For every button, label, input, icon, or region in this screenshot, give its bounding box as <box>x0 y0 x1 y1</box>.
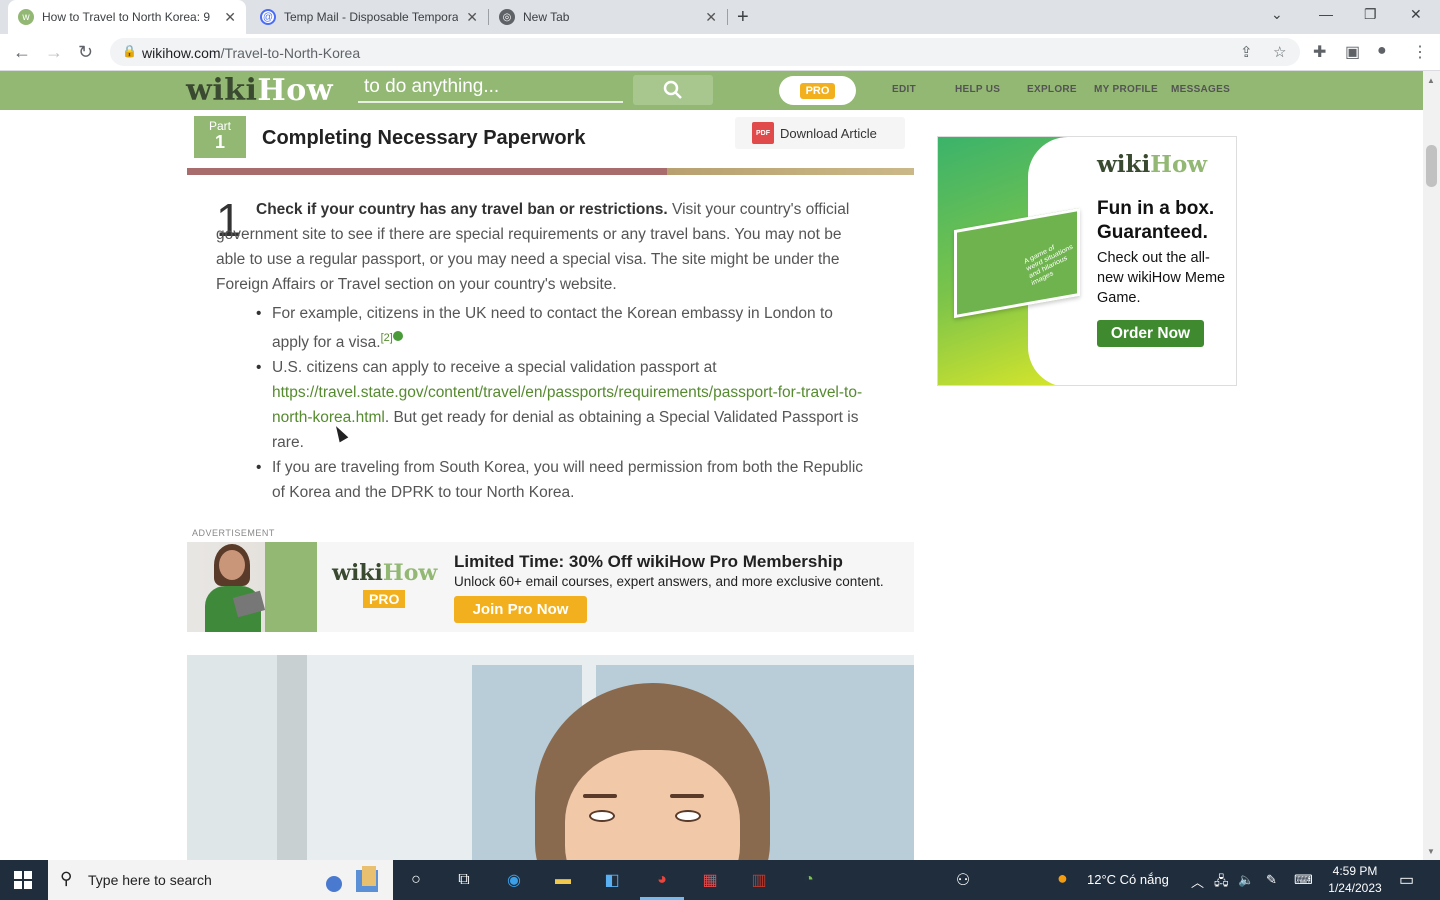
green-app-icon[interactable]: ◔ <box>797 868 821 892</box>
search-icon: ⚲ <box>60 869 73 888</box>
file-explorer-icon[interactable]: ▬ <box>551 868 575 892</box>
address-toolbar: ← → ↻ 🔒 wikihow.com/Travel-to-North-Kore… <box>0 34 1440 71</box>
ad-headline: Limited Time: 30% Off wikiHow Pro Member… <box>454 552 843 571</box>
winrar-icon[interactable]: ▥ <box>747 868 771 892</box>
minimize-icon[interactable]: — <box>1319 6 1333 22</box>
new-tab-plus-icon[interactable]: + <box>737 6 749 29</box>
scrollbar-thumb[interactable] <box>1426 145 1437 187</box>
advertisement-label: ADVERTISEMENT <box>192 528 275 538</box>
profile-avatar-icon[interactable]: ● <box>1377 42 1387 60</box>
verified-check-icon <box>392 331 403 341</box>
ad-subtext: Unlock 60+ email courses, expert answers… <box>454 574 884 589</box>
close-tab-icon[interactable]: ✕ <box>466 9 478 26</box>
side-ad-headline: Fun in a box. Guaranteed. <box>1097 198 1215 243</box>
share-icon[interactable]: ⇪ <box>1240 43 1253 61</box>
step-illustration <box>187 655 914 860</box>
wikihow-logo[interactable]: wikiHow <box>186 73 333 108</box>
wikihow-search-button[interactable] <box>633 75 713 105</box>
wikihow-favicon: w <box>18 9 34 25</box>
browser-tab-strip: w How to Travel to North Korea: 9 ✕ @ Te… <box>0 0 1440 34</box>
list-item: U.S. citizens can apply to receive a spe… <box>254 355 864 455</box>
wikihow-header: wikiHow to do anything... PRO EDIT HELP … <box>0 71 1423 110</box>
tray-chevron-icon[interactable]: ︿ <box>1191 872 1204 891</box>
url-text[interactable]: wikihow.com/Travel-to-North-Korea <box>142 45 360 61</box>
search-highlight-icon <box>326 866 378 892</box>
step-bullet-list: For example, citizens in the UK need to … <box>254 301 864 505</box>
network-icon[interactable]: 🖧 <box>1214 872 1229 894</box>
omnibox[interactable]: 🔒 wikihow.com/Travel-to-North-Korea ⇪ ☆ <box>110 38 1300 66</box>
windows-taskbar: ⚲ Type here to search ○ ⧉ ◉ ▬ ◧ ◕ ▦ ▥ ◔ … <box>0 860 1440 900</box>
list-item: For example, citizens in the UK need to … <box>254 301 864 355</box>
pdf-icon: PDF <box>752 122 774 144</box>
chrome-favicon: ◎ <box>499 9 515 25</box>
close-tab-icon[interactable]: ✕ <box>705 9 717 26</box>
chrome-icon[interactable]: ◕ <box>650 868 674 892</box>
close-window-icon[interactable]: ✕ <box>1410 6 1422 23</box>
nav-my-profile[interactable]: MY PROFILE <box>1094 84 1158 95</box>
lock-icon[interactable]: 🔒 <box>122 44 137 58</box>
side-panel-icon[interactable]: ▣ <box>1345 42 1360 62</box>
taskbar-clock[interactable]: 4:59 PM 1/24/2023 <box>1323 863 1387 897</box>
windows-start-icon[interactable] <box>14 871 32 889</box>
scroll-down-arrow-icon[interactable]: ▼ <box>1427 847 1435 856</box>
store-icon[interactable]: ◧ <box>600 868 624 892</box>
nav-explore[interactable]: EXPLORE <box>1027 84 1077 95</box>
close-tab-icon[interactable]: ✕ <box>224 9 236 26</box>
order-now-button[interactable]: Order Now <box>1097 320 1204 347</box>
tab-temp-mail[interactable]: @ Temp Mail - Disposable Tempora ✕ <box>250 0 488 34</box>
nav-help-us[interactable]: HELP US <box>955 84 1000 95</box>
task-view-icon[interactable]: ⧉ <box>452 868 476 892</box>
taskbar-search-box[interactable]: ⚲ Type here to search <box>48 860 393 900</box>
pro-ad-banner[interactable]: wikiHow PRO Limited Time: 30% Off wikiHo… <box>187 542 914 632</box>
tab-new-tab[interactable]: ◎ New Tab ✕ <box>489 0 727 34</box>
volume-muted-icon[interactable]: 🔈 <box>1238 872 1254 888</box>
page-scrollbar[interactable] <box>1423 71 1440 860</box>
tab-how-to-travel[interactable]: w How to Travel to North Korea: 9 ✕ <box>8 0 246 34</box>
side-ad-logo: wikiHow <box>1097 151 1208 178</box>
browser-menu-icon[interactable]: ⋮ <box>1412 42 1428 62</box>
part-badge: Part 1 <box>194 116 246 158</box>
search-icon <box>663 80 682 99</box>
keyboard-icon[interactable]: ⌨ <box>1294 872 1313 888</box>
step-text: Check if your country has any travel ban… <box>216 201 850 293</box>
list-item: If you are traveling from South Korea, y… <box>254 455 864 505</box>
bookmark-star-icon[interactable]: ☆ <box>1273 43 1286 61</box>
side-ad-body: Check out the all-new wikiHow Meme Game. <box>1097 250 1226 306</box>
ad-pro-badge: PRO <box>363 590 406 608</box>
extensions-puzzle-icon[interactable]: ✚ <box>1313 42 1326 62</box>
ad-wikihow-logo: wikiHow <box>332 560 438 586</box>
pro-button[interactable]: PRO <box>779 76 856 105</box>
tempmail-favicon: @ <box>260 9 276 25</box>
app-icon[interactable]: ▦ <box>698 868 722 892</box>
tab-search-chevron-icon[interactable]: ⌄ <box>1271 6 1283 23</box>
nav-edit[interactable]: EDIT <box>892 84 916 95</box>
reference-link[interactable]: [2] <box>381 332 393 344</box>
download-article-button[interactable]: PDF Download Article <box>735 117 905 149</box>
ad-photo <box>187 542 317 632</box>
side-ad[interactable]: A game of weird situations and hilarious… <box>937 136 1237 386</box>
weather-sun-icon[interactable]: ● <box>1057 868 1068 889</box>
nav-messages[interactable]: MESSAGES <box>1171 84 1230 95</box>
scroll-up-arrow-icon[interactable]: ▲ <box>1427 76 1435 85</box>
edge-icon[interactable]: ◉ <box>502 868 526 892</box>
reload-icon[interactable]: ↻ <box>78 42 93 63</box>
forward-arrow-icon[interactable]: → <box>45 42 63 63</box>
back-arrow-icon[interactable]: ← <box>13 42 31 63</box>
notification-icon[interactable]: ▭ <box>1399 870 1414 890</box>
tab-separator <box>727 9 728 25</box>
restore-icon[interactable]: ❐ <box>1364 6 1377 23</box>
join-pro-button[interactable]: Join Pro Now <box>454 596 587 623</box>
cortana-icon[interactable]: ○ <box>404 868 428 892</box>
wikihow-search-input[interactable]: to do anything... <box>358 76 623 103</box>
people-icon[interactable]: ⚇ <box>951 868 975 892</box>
weather-text[interactable]: 12°C Có nắng <box>1087 872 1169 887</box>
pen-icon[interactable]: ✎ <box>1266 872 1277 888</box>
part-title: Completing Necessary Paperwork <box>262 127 586 149</box>
part-divider <box>187 168 914 175</box>
